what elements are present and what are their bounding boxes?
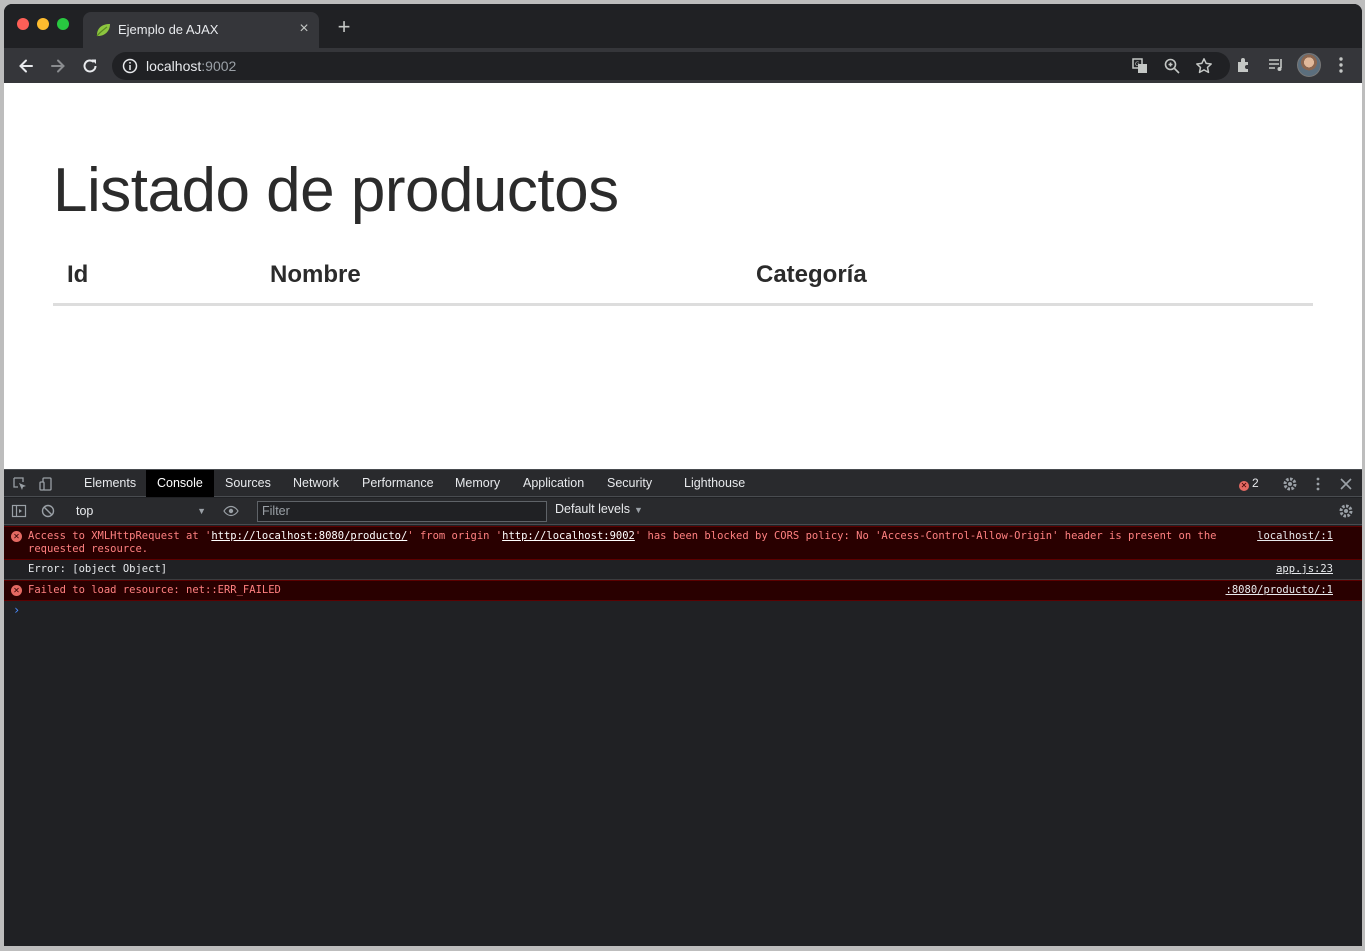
reload-button[interactable] [78, 54, 102, 78]
message-source-link[interactable]: :8080/producto/:1 [1226, 584, 1333, 597]
svg-text:G: G [1135, 61, 1140, 68]
error-icon: ✕ [11, 531, 22, 542]
error-icon: ✕ [1239, 481, 1249, 491]
console-prompt[interactable]: › [4, 601, 1362, 619]
console-error-message: ✕ Access to XMLHttpRequest at 'http://lo… [4, 526, 1362, 560]
message-source-link[interactable]: localhost/:1 [1257, 530, 1333, 543]
more-menu-icon[interactable] [1331, 55, 1351, 75]
leaf-icon [96, 24, 110, 37]
info-icon[interactable] [122, 58, 138, 74]
url-host: localhost [146, 58, 202, 74]
tab-title: Ejemplo de AJAX [118, 22, 219, 37]
browser-window: Ejemplo de AJAX × + localhost:9002 G Lis… [4, 4, 1362, 946]
filter-placeholder: Filter [262, 504, 290, 518]
page-heading: Listado de productos [53, 156, 619, 225]
minimize-window-button[interactable] [37, 18, 49, 30]
tab-network[interactable]: Network [282, 470, 350, 497]
url-port: :9002 [201, 58, 237, 74]
console-output: ✕ Access to XMLHttpRequest at 'http://lo… [4, 526, 1362, 619]
tab-lighthouse[interactable]: Lighthouse [673, 470, 756, 497]
devtools-tab-bar: Elements Console Sources Network Perform… [4, 470, 1362, 497]
new-tab-button[interactable]: + [332, 16, 356, 40]
message-source-link[interactable]: app.js:23 [1276, 563, 1333, 576]
message-link[interactable]: http://localhost:8080/producto/ [211, 530, 407, 542]
tab-elements[interactable]: Elements [73, 470, 147, 497]
tab-close-icon[interactable]: × [295, 20, 313, 38]
message-text: ' from origin ' [407, 530, 503, 542]
table-header-divider [53, 303, 1313, 306]
device-toolbar-icon[interactable] [38, 476, 54, 492]
message-text: Access to XMLHttpRequest at ' [28, 530, 212, 542]
profile-avatar[interactable] [1297, 53, 1321, 77]
arrow-left-icon [19, 59, 33, 73]
levels-arrow-icon: ▼ [634, 505, 643, 515]
context-select[interactable]: top ▼ [70, 501, 210, 521]
url-text[interactable]: localhost:9002 [146, 58, 236, 74]
tab-memory[interactable]: Memory [444, 470, 511, 497]
arrow-right-icon [51, 59, 65, 73]
maximize-window-button[interactable] [57, 18, 69, 30]
forward-button[interactable] [46, 54, 70, 78]
table-header-id: Id [67, 261, 89, 288]
browser-tab[interactable]: Ejemplo de AJAX × [83, 12, 319, 48]
reload-icon [83, 59, 97, 73]
error-count-badge[interactable]: ✕ 2 [1239, 476, 1259, 491]
devtools-panel: Elements Console Sources Network Perform… [4, 469, 1362, 946]
table-header-nombre: Nombre [270, 261, 361, 288]
message-text: Failed to load resource: net::ERR_FAILED [28, 584, 281, 596]
tab-console[interactable]: Console [146, 470, 214, 497]
sidebar-toggle-icon[interactable] [11, 503, 27, 519]
clear-console-icon[interactable] [40, 503, 56, 519]
address-bar[interactable]: localhost:9002 G [112, 52, 1230, 80]
console-settings-icon[interactable] [1338, 503, 1354, 519]
console-error-message: ✕ Failed to load resource: net::ERR_FAIL… [4, 580, 1362, 601]
dropdown-arrow-icon: ▼ [197, 506, 206, 516]
devtools-more-icon[interactable] [1310, 476, 1326, 492]
extensions-icon[interactable] [1234, 55, 1254, 75]
error-icon: ✕ [11, 585, 22, 596]
inspect-element-icon[interactable] [12, 476, 28, 492]
log-levels-label: Default levels [555, 502, 631, 516]
media-control-icon[interactable] [1266, 55, 1286, 75]
page-viewport: Listado de productos Id Nombre Categoría [4, 83, 1362, 469]
console-log-message: Error: [object Object] app.js:23 [4, 560, 1362, 580]
browser-toolbar: localhost:9002 G [4, 48, 1362, 83]
console-toolbar: top ▼ Filter Default levels ▼ [4, 498, 1362, 525]
tab-application[interactable]: Application [512, 470, 595, 497]
tab-sources[interactable]: Sources [214, 470, 282, 497]
message-text: Error: [object Object] [28, 563, 168, 575]
table-header-categoria: Categoría [756, 261, 867, 288]
translate-icon[interactable]: G [1131, 57, 1149, 75]
close-window-button[interactable] [17, 18, 29, 30]
error-count: 2 [1252, 476, 1259, 490]
message-link[interactable]: http://localhost:9002 [502, 530, 635, 542]
settings-gear-icon[interactable] [1282, 476, 1298, 492]
back-button[interactable] [14, 54, 38, 78]
close-devtools-icon[interactable] [1338, 476, 1354, 492]
log-levels-dropdown[interactable]: Default levels ▼ [555, 502, 643, 516]
prompt-chevron-icon: › [13, 603, 21, 617]
filter-input[interactable]: Filter [257, 501, 547, 522]
star-icon[interactable] [1195, 57, 1213, 75]
tab-security[interactable]: Security [596, 470, 663, 497]
tab-strip: Ejemplo de AJAX × + [4, 4, 1362, 48]
context-value: top [76, 504, 94, 518]
zoom-icon[interactable] [1163, 57, 1181, 75]
tab-performance[interactable]: Performance [351, 470, 445, 497]
eye-icon[interactable] [223, 503, 239, 519]
